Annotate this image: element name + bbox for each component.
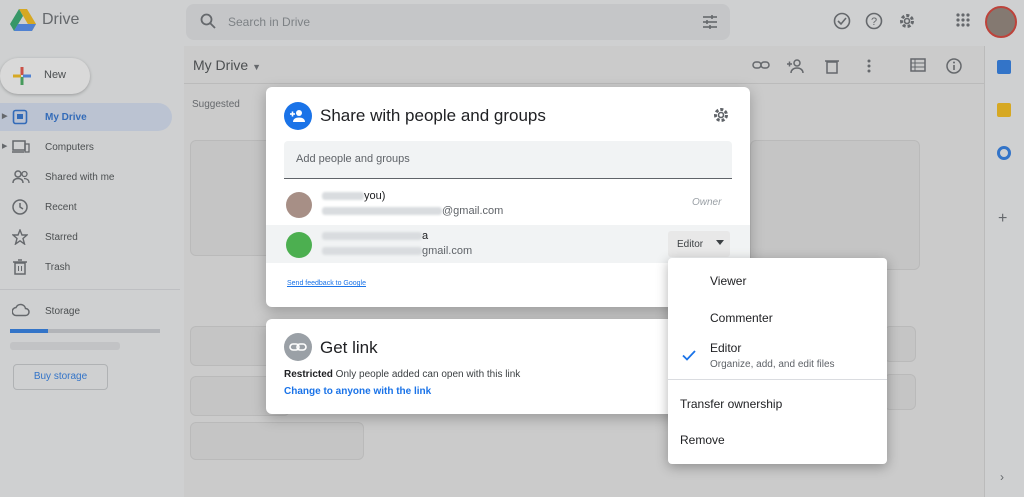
role-menu: Viewer Commenter Editor Organize, add, a… <box>668 258 887 464</box>
link-restriction-text: Restricted Only people added can open wi… <box>284 369 520 380</box>
redacted-name <box>322 192 364 200</box>
menu-item-editor[interactable]: Editor Organize, add, and edit files <box>710 341 880 370</box>
send-feedback-link[interactable]: Send feedback to Google <box>287 280 366 287</box>
person-name: a <box>422 230 429 242</box>
avatar <box>286 192 312 218</box>
owner-role-label: Owner <box>692 197 722 208</box>
caret-down-icon <box>716 240 724 245</box>
get-link-title: Get link <box>320 338 378 357</box>
add-people-input[interactable]: Add people and groups <box>284 141 732 179</box>
menu-item-commenter[interactable]: Commenter <box>710 311 880 325</box>
share-person-add-icon <box>284 102 312 130</box>
restricted-description: Only people added can open with this lin… <box>332 369 521 380</box>
restricted-label: Restricted <box>284 369 333 380</box>
redacted-email <box>322 247 422 255</box>
menu-item-label: Editor <box>710 341 742 355</box>
link-icon <box>284 333 312 361</box>
share-dialog-title: Share with people and groups <box>320 106 546 125</box>
menu-item-remove[interactable]: Remove <box>680 433 880 447</box>
person-row-owner: you) @gmail.com Owner <box>266 185 750 223</box>
redacted-name <box>322 232 422 240</box>
menu-item-viewer[interactable]: Viewer <box>710 274 880 288</box>
menu-item-description: Organize, add, and edit files <box>710 359 835 370</box>
change-link-access-link[interactable]: Change to anyone with the link <box>284 386 431 397</box>
settings-icon[interactable] <box>712 106 730 124</box>
person-email: @gmail.com <box>442 205 504 217</box>
menu-divider <box>668 379 887 380</box>
role-dropdown-button[interactable]: Editor <box>668 231 730 257</box>
role-dropdown-label: Editor <box>677 239 704 250</box>
avatar <box>286 232 312 258</box>
person-name: you) <box>364 190 386 202</box>
menu-item-transfer-ownership[interactable]: Transfer ownership <box>680 397 880 411</box>
checkmark-icon <box>682 350 696 361</box>
person-email: gmail.com <box>422 245 473 257</box>
redacted-email <box>322 207 442 215</box>
